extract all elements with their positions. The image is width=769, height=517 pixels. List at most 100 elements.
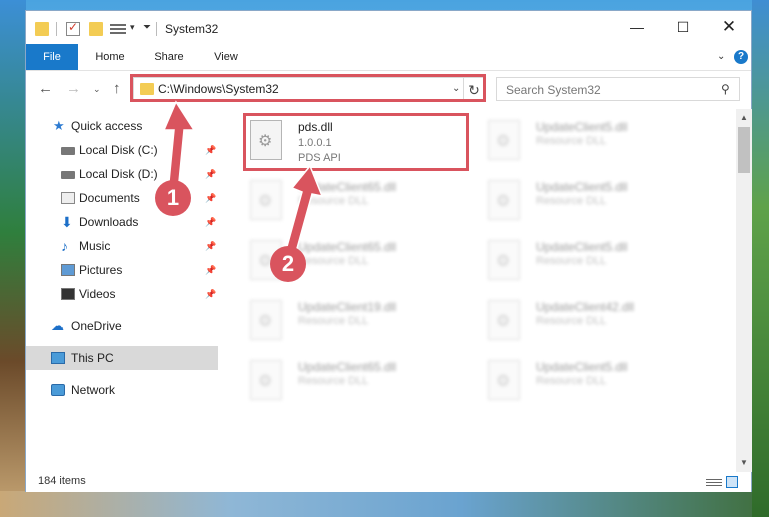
- file-name: UpdateClient42.dll: [536, 300, 635, 314]
- sidebar-item-label: Quick access: [71, 119, 143, 133]
- dll-file-icon: [488, 300, 520, 340]
- sidebar-item-pictures[interactable]: Pictures 📌: [26, 258, 218, 282]
- sidebar-item-label: Music: [79, 239, 111, 253]
- tab-home[interactable]: Home: [88, 44, 132, 70]
- sidebar-item-onedrive[interactable]: ☁ OneDrive: [26, 314, 218, 338]
- file-name: UpdateClient5.dll: [536, 360, 628, 374]
- folder-icon: [35, 22, 49, 36]
- file-name: UpdateClient65.dll: [298, 360, 397, 374]
- scroll-down-icon[interactable]: ▼: [740, 458, 748, 467]
- tiles-view-icon[interactable]: [726, 476, 738, 488]
- desktop-background-right: [752, 0, 769, 517]
- file-name: UpdateClient19.dll: [298, 300, 397, 314]
- chevron-down-icon[interactable]: ▾: [130, 22, 135, 33]
- dll-file-icon: [488, 360, 520, 400]
- scroll-thumb[interactable]: [738, 127, 750, 173]
- pin-icon[interactable]: 📌: [205, 282, 216, 306]
- properties-icon[interactable]: [66, 20, 80, 36]
- sidebar-item-label: Downloads: [79, 215, 139, 229]
- file-item[interactable]: UpdateClient19.dll Resource DLL: [246, 294, 466, 350]
- desktop-background-left: [0, 0, 26, 517]
- item-count: 184 items: [38, 475, 86, 487]
- step-badge-2: 2: [270, 246, 306, 282]
- new-folder-icon[interactable]: [89, 22, 103, 36]
- sidebar-item-videos[interactable]: Videos 📌: [26, 282, 218, 306]
- sidebar-item-this-pc[interactable]: This PC: [26, 346, 218, 370]
- details-view-icon[interactable]: [706, 477, 722, 487]
- dll-file-icon: [488, 240, 520, 280]
- file-description: Resource DLL: [536, 255, 607, 267]
- tab-file[interactable]: File: [26, 44, 78, 70]
- up-arrow-icon[interactable]: ↑: [113, 80, 121, 97]
- forward-arrow-icon[interactable]: →: [66, 80, 81, 97]
- dll-file-icon: [488, 180, 520, 220]
- file-item[interactable]: UpdateClient5.dll Resource DLL: [484, 174, 704, 230]
- pin-icon[interactable]: 📌: [205, 234, 216, 258]
- tab-view[interactable]: View: [204, 44, 248, 70]
- ribbon-tabs: File Home Share View ⌄ ?: [26, 44, 751, 71]
- navigation-bar: ← → ⌄ ↑ C:\Windows\System32 ⌄ ↻ Search S…: [26, 71, 751, 107]
- search-input[interactable]: Search System32 ⚲: [496, 77, 740, 101]
- sidebar-item-label: OneDrive: [71, 319, 122, 333]
- customize-toolbar-icon[interactable]: ⏷: [143, 22, 151, 33]
- help-icon[interactable]: ?: [734, 50, 748, 64]
- file-item[interactable]: UpdateClient65.dll Resource DLL: [246, 354, 466, 410]
- maximize-button[interactable]: ☐: [664, 15, 702, 39]
- pin-icon[interactable]: 📌: [205, 210, 216, 234]
- sidebar-item-label: Videos: [79, 287, 116, 301]
- file-description: Resource DLL: [536, 195, 607, 207]
- toolbar-divider: [56, 22, 57, 36]
- sidebar-item-network[interactable]: Network: [26, 378, 218, 402]
- window-title: System32: [165, 22, 219, 36]
- file-item[interactable]: UpdateClient5.dll Resource DLL: [484, 234, 704, 290]
- file-highlight: [243, 113, 469, 171]
- minimize-button[interactable]: —: [618, 15, 656, 39]
- search-icon[interactable]: ⚲: [721, 82, 730, 96]
- file-description: Resource DLL: [298, 375, 369, 387]
- file-description: Resource DLL: [298, 315, 369, 327]
- title-bar: ▾ ⏷ System32 — ☐ ✕: [26, 11, 751, 44]
- address-bar-highlight: [130, 74, 486, 102]
- sidebar-item-music[interactable]: ♪ Music 📌: [26, 234, 218, 258]
- scroll-up-icon[interactable]: ▲: [740, 113, 748, 122]
- status-bar: 184 items: [26, 472, 751, 492]
- videos-icon: [61, 288, 75, 300]
- disk-icon: [61, 171, 75, 179]
- step-badge-1: 1: [155, 180, 191, 216]
- file-description: Resource DLL: [536, 135, 607, 147]
- close-button[interactable]: ✕: [710, 15, 748, 39]
- file-name: UpdateClient5.dll: [536, 240, 628, 254]
- file-item[interactable]: UpdateClient5.dll Resource DLL: [484, 114, 704, 170]
- file-item[interactable]: UpdateClient5.dll Resource DLL: [484, 354, 704, 410]
- vertical-scrollbar[interactable]: ▲ ▼: [736, 109, 752, 472]
- recent-locations-icon[interactable]: ⌄: [93, 84, 101, 95]
- network-icon: [51, 384, 65, 396]
- back-arrow-icon[interactable]: ←: [38, 80, 53, 97]
- tab-share[interactable]: Share: [144, 44, 194, 70]
- star-icon: ★: [53, 118, 65, 133]
- documents-icon: [61, 192, 75, 204]
- pin-icon[interactable]: 📌: [205, 258, 216, 282]
- dll-file-icon: [488, 120, 520, 160]
- sidebar-item-label: This PC: [71, 351, 114, 365]
- title-divider: [156, 22, 157, 36]
- desktop-background-bottom: [0, 491, 769, 517]
- file-item[interactable]: UpdateClient42.dll Resource DLL: [484, 294, 704, 350]
- file-name: UpdateClient5.dll: [536, 120, 628, 134]
- search-placeholder: Search System32: [506, 83, 601, 97]
- file-explorer-window: ▾ ⏷ System32 — ☐ ✕ File Home Share View …: [25, 10, 752, 492]
- pc-icon: [51, 352, 65, 364]
- sidebar-item-label: Pictures: [79, 263, 123, 277]
- disk-icon: [61, 147, 75, 155]
- view-options-icon[interactable]: [110, 22, 126, 36]
- download-icon: ⬇: [61, 214, 73, 230]
- sidebar-item-label: Local Disk (C:): [79, 143, 158, 157]
- dll-file-icon: [250, 300, 282, 340]
- file-description: Resource DLL: [536, 315, 607, 327]
- sidebar-item-label: Network: [71, 383, 116, 397]
- pictures-icon: [61, 264, 75, 276]
- sidebar-item-label: Local Disk (D:): [79, 167, 158, 181]
- expand-ribbon-icon[interactable]: ⌄: [717, 51, 725, 62]
- sidebar-item-downloads[interactable]: ⬇ Downloads 📌: [26, 210, 218, 234]
- music-icon: ♪: [61, 238, 68, 254]
